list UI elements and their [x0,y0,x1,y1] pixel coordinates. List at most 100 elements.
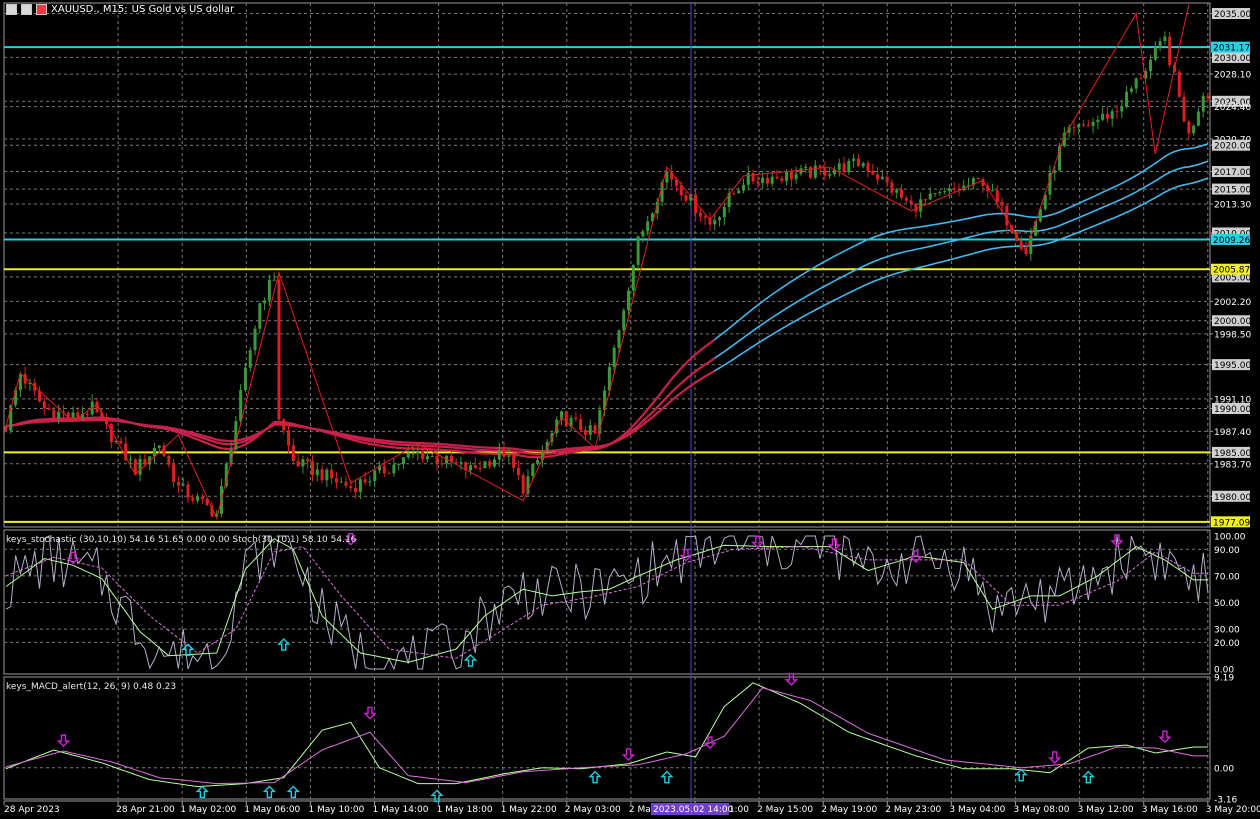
candle-body [1139,78,1143,80]
candle-body [1158,41,1162,48]
candle-body [1134,78,1138,89]
x-tick-label: 3 May 20:00 [1206,805,1260,815]
candle-body [248,350,252,368]
candle-body [507,455,511,457]
y-tick-label: 2000.00 [1214,317,1251,327]
chart-svg[interactable]: 2035.002030.002028.102025.002024.402020.… [0,0,1260,819]
candle-body [995,190,999,202]
candle-body [612,347,616,367]
candle-body [76,412,80,418]
candle-body [876,174,880,180]
y-tick-label: 1995.00 [1214,361,1251,371]
candle-body [919,199,923,212]
candle-body [401,457,405,465]
y-tick-label: 1998.50 [1214,330,1251,340]
x-tick-label: 1 May 18:00 [437,805,493,815]
grid-icon[interactable] [21,4,32,15]
candle-body [885,176,889,183]
chart-window-icon[interactable] [6,4,17,15]
candle-body [373,470,377,482]
candle-body [536,460,540,464]
stoch-y-tick-label: 50.00 [1214,599,1240,609]
y-tick-label: 1985.00 [1214,449,1251,459]
candle-body [732,193,736,195]
candle-body [152,447,156,457]
x-tick-label: 2 May 15:00 [757,805,813,815]
y-tick-label: 2030.00 [1214,54,1251,64]
candle-body [349,486,353,489]
candle-body [847,160,851,173]
candle-body [1149,59,1153,72]
candle-body [454,461,458,463]
candle-body [852,158,856,161]
candle-body [478,468,482,470]
y-tick-label: 2013.30 [1214,200,1251,210]
candle-body [459,461,463,463]
candle-body [1072,127,1076,129]
candle-body [684,195,688,201]
candle-body [85,413,89,415]
y-tick-label: 2015.00 [1214,186,1251,196]
candle-body [861,163,865,167]
candle-body [631,264,635,291]
y-tick-label: 2024.40 [1214,103,1251,113]
candle-body [780,178,784,181]
candle-body [765,177,769,184]
candle-body [641,231,645,237]
candle-body [938,191,942,194]
candle-body [267,279,271,301]
candle-body [287,430,291,446]
symbol-label: XAUUSD., M15: [51,4,128,15]
macd-title: keys_MACD_alert(12, 26, 9) 0.48 0.23 [6,682,177,692]
candle-body [1091,122,1095,127]
candle-body [382,465,386,474]
candle-body [1163,36,1167,42]
candle-body [756,181,760,184]
candle-body [282,419,286,431]
candle-body [315,469,319,476]
candle-body [823,168,827,176]
candle-body [1053,170,1057,174]
candle-body [330,469,334,479]
candle-body [344,481,348,487]
candle-body [804,167,808,169]
symbol-description: US Gold vs US dollar [131,4,235,15]
candle-body [1120,107,1124,112]
x-tick-label: 1 May 22:00 [501,805,557,815]
candle-body [47,408,51,410]
candle-body [253,328,257,351]
candle-body [770,176,774,184]
candle-body [1101,113,1105,120]
x-tick-label: 1 May 06:00 [244,805,300,815]
trading-chart[interactable]: 2035.00 2030.00 2028.10 2025.00 2024.40 2020.… [0,0,1260,819]
x-tick-label: 3 May 12:00 [1078,805,1134,815]
x-tick-label: 1 May 02:00 [180,805,236,815]
candle-body [119,440,123,444]
candle-body [837,163,841,170]
candle-body [320,469,324,481]
candle-body [129,459,133,461]
candle-body [272,279,276,281]
candle-body [157,445,161,448]
candle-body [991,190,995,192]
y-tick-label: 1987.40 [1214,428,1251,438]
price-label: 2031.17 [1213,44,1250,54]
x-tick-label: 3 May 08:00 [1014,805,1070,815]
candle-body [138,458,142,475]
candle-body [1115,111,1119,113]
candle-body [363,479,367,483]
candle-body [1086,125,1090,127]
trade-icon[interactable] [36,4,47,15]
candle-body [588,425,592,435]
candle-body [761,177,765,184]
candle-body [310,461,314,476]
y-tick-label: 2002.20 [1214,298,1251,308]
x-tick-label: 28 Apr 2023 [4,805,60,815]
candle-body [646,221,650,232]
candle-body [703,216,707,218]
x-tick-label: 2 May 03:00 [565,805,621,815]
stoch-y-tick-label: 20.00 [1214,639,1240,649]
candle-body [521,475,525,494]
candle-body [579,419,583,430]
candle-body [1105,113,1109,119]
